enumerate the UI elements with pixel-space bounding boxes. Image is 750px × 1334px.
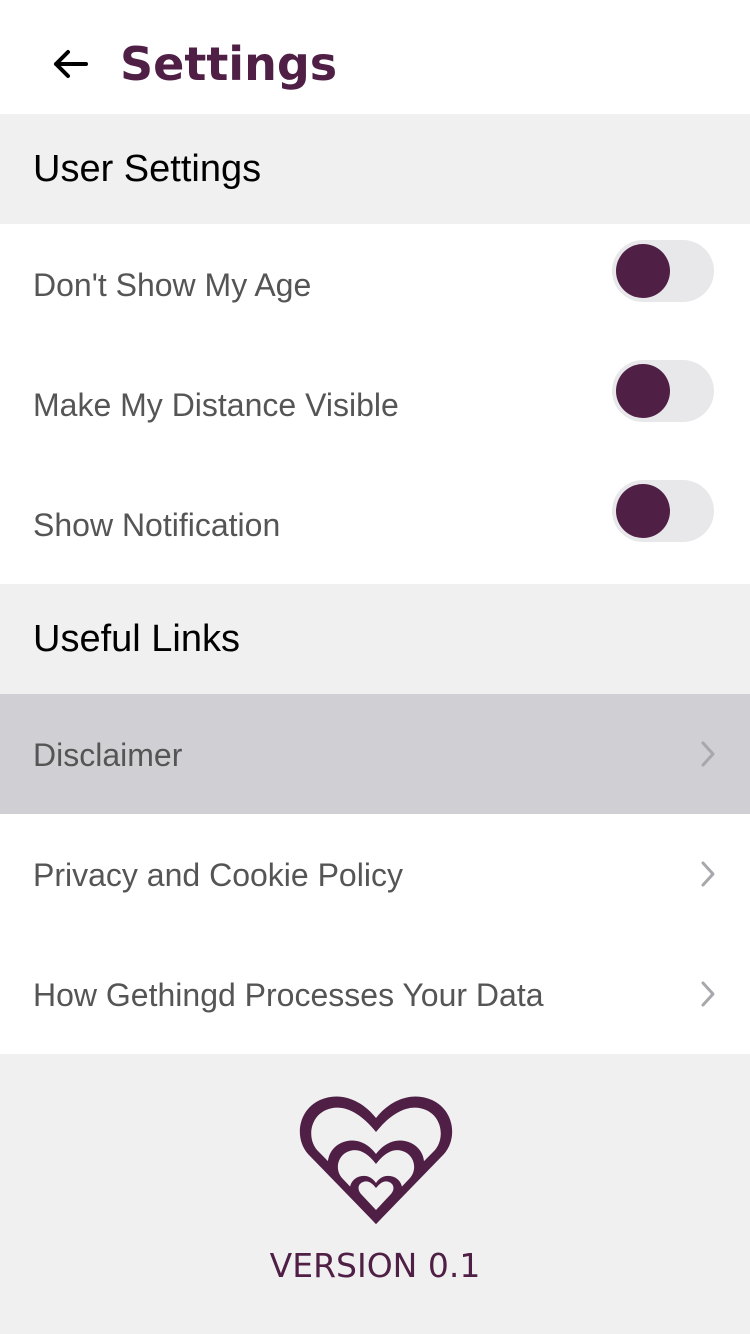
toggle-knob xyxy=(616,484,670,538)
link-label: How Gethingd Processes Your Data xyxy=(33,977,544,1013)
setting-row-hide-age: Don't Show My Age xyxy=(0,224,750,344)
chevron-right-icon xyxy=(701,861,715,887)
link-row-data-processing[interactable]: How Gethingd Processes Your Data xyxy=(0,934,750,1054)
page-title: Settings xyxy=(120,37,338,91)
setting-label: Don't Show My Age xyxy=(33,267,312,303)
link-label: Disclaimer xyxy=(33,737,183,773)
section-header-useful-links: Useful Links xyxy=(0,584,750,694)
footer: VERSION 0.1 xyxy=(0,1054,750,1334)
section-title: User Settings xyxy=(33,148,262,190)
chevron-right-icon xyxy=(701,981,715,1007)
setting-label: Show Notification xyxy=(33,507,281,543)
section-title: Useful Links xyxy=(33,618,240,660)
hide-age-toggle[interactable] xyxy=(612,240,714,302)
notification-toggle[interactable] xyxy=(612,480,714,542)
link-label: Privacy and Cookie Policy xyxy=(33,857,403,893)
toggle-knob xyxy=(616,364,670,418)
setting-row-notification: Show Notification xyxy=(0,464,750,584)
section-header-user-settings: User Settings xyxy=(0,114,750,224)
back-button[interactable] xyxy=(44,38,96,90)
toggle-knob xyxy=(616,244,670,298)
setting-label: Make My Distance Visible xyxy=(33,387,399,423)
app-header: Settings xyxy=(0,0,750,114)
chevron-right-icon xyxy=(701,741,715,767)
link-row-privacy-cookie-policy[interactable]: Privacy and Cookie Policy xyxy=(0,814,750,934)
setting-row-distance-visible: Make My Distance Visible xyxy=(0,344,750,464)
arrow-left-icon xyxy=(54,50,88,78)
version-label: VERSION 0.1 xyxy=(269,1246,481,1285)
heart-logo-icon xyxy=(299,1096,453,1224)
distance-visible-toggle[interactable] xyxy=(612,360,714,422)
link-row-disclaimer[interactable]: Disclaimer xyxy=(0,694,750,814)
